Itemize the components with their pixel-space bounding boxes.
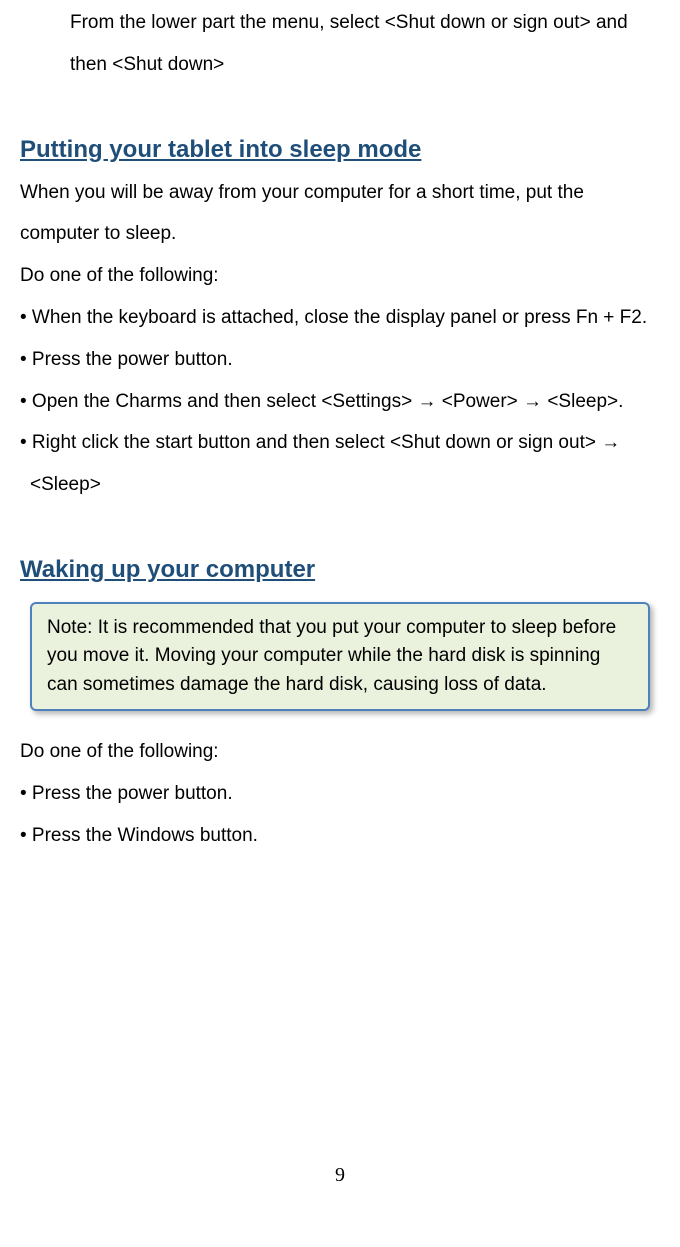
heading-sleep-mode: Putting your tablet into sleep mode xyxy=(20,136,660,164)
sleep-bullet-4b: <Sleep> xyxy=(20,464,660,506)
sleep-bullet-2: • Press the power button. xyxy=(20,339,660,381)
wake-bullet-1: • Press the power button. xyxy=(20,773,660,815)
note-text: Note: It is recommended that you put you… xyxy=(47,614,633,700)
wake-bullet-2: • Press the Windows button. xyxy=(20,815,660,857)
sleep-bullet-1: • When the keyboard is attached, close t… xyxy=(20,297,660,339)
intro-paragraph: From the lower part the menu, select <Sh… xyxy=(70,2,660,86)
sleep-bullet-3: • Open the Charms and then select <Setti… xyxy=(20,381,660,423)
note-box: Note: It is recommended that you put you… xyxy=(30,602,650,712)
sleep-bullet-4a: • Right click the start button and then … xyxy=(20,422,660,464)
page-number: 9 xyxy=(20,1164,660,1187)
sleep-intro-para: When you will be away from your computer… xyxy=(20,172,660,256)
wake-do-following: Do one of the following: xyxy=(20,731,660,773)
heading-waking-up: Waking up your computer xyxy=(20,556,660,584)
sleep-do-following: Do one of the following: xyxy=(20,255,660,297)
